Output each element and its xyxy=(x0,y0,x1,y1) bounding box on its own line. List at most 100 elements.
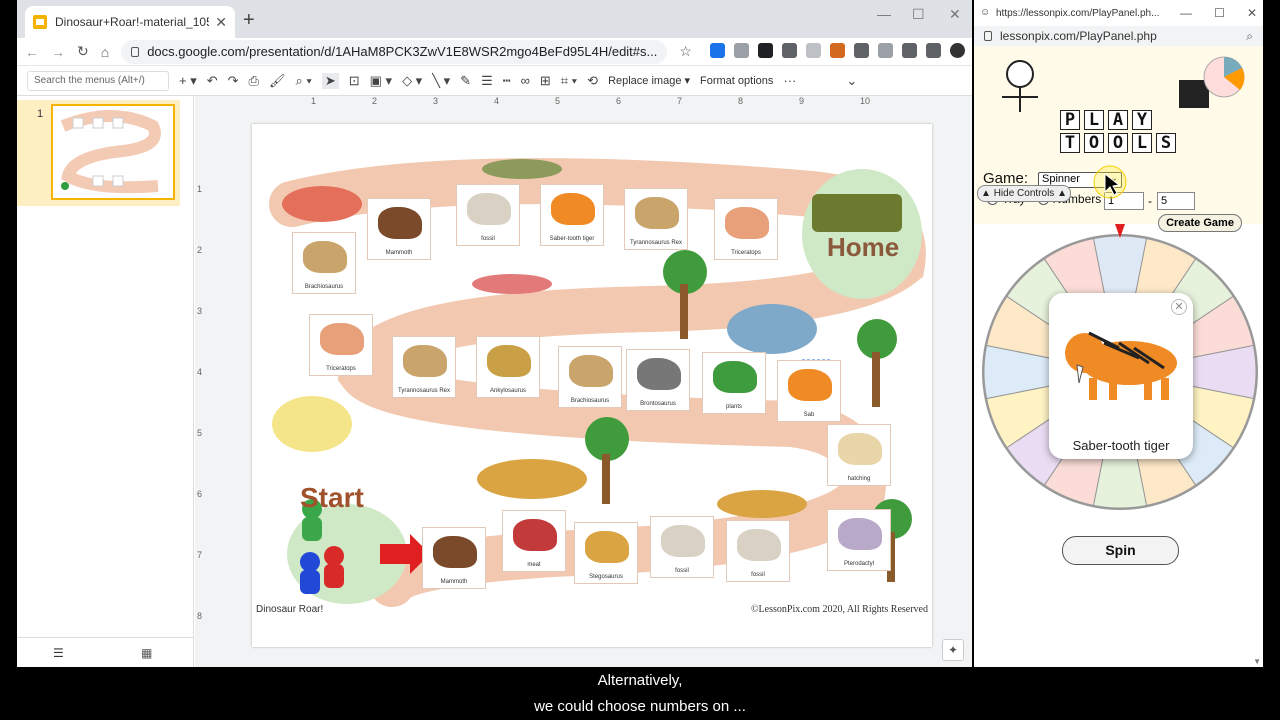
zoom-icon[interactable]: ⌕ ▾ xyxy=(295,73,311,89)
extension-icon[interactable] xyxy=(781,43,797,58)
puzzle-icon[interactable] xyxy=(925,43,941,58)
bookmark-star-icon[interactable]: ☆ xyxy=(679,43,692,60)
textbox-icon[interactable]: ⊡ xyxy=(349,73,360,89)
board-card[interactable]: Ankylosaurus xyxy=(476,336,540,398)
card-label: Mammoth xyxy=(440,579,468,585)
reset-image-icon[interactable]: ⟲ xyxy=(587,73,598,89)
extension-icon[interactable] xyxy=(805,43,821,58)
extension-icon[interactable] xyxy=(733,43,749,58)
board-card[interactable]: Stegosaurus xyxy=(574,522,638,584)
board-card[interactable]: Brontosaurus xyxy=(626,349,690,411)
card-picture xyxy=(661,525,705,557)
undo-icon[interactable]: ↶ xyxy=(207,73,218,89)
close-icon[interactable]: ✕ xyxy=(1171,299,1187,315)
ruler-tick-label: 10 xyxy=(860,96,871,106)
scroll-down-icon[interactable]: ▼ xyxy=(1253,657,1261,666)
board-card[interactable]: Mammoth xyxy=(367,198,431,260)
select-tool-icon[interactable]: ➤ xyxy=(321,72,339,89)
comment-icon[interactable]: ⊞ xyxy=(540,73,551,89)
card-label: Triceratops xyxy=(326,366,356,372)
redo-icon[interactable]: ↷ xyxy=(228,73,239,89)
search-menus-input[interactable]: Search the menus (Alt+/) xyxy=(27,70,169,91)
border-dash-icon[interactable]: ┅ xyxy=(503,73,511,89)
zoom-icon[interactable]: ⌕ xyxy=(1246,29,1253,44)
saber-tooth-tiger-image xyxy=(1065,331,1177,400)
hide-controls-button[interactable]: ▲ Hide Controls ▲ xyxy=(977,185,1071,202)
copyright-text: ©LessonPix.com 2020, All Rights Reserved xyxy=(750,604,928,615)
border-weight-icon[interactable]: ☰ xyxy=(481,73,493,89)
logo-letter: Y xyxy=(1132,110,1152,130)
slide-thumbnail-row[interactable]: 1 xyxy=(17,100,180,206)
replace-image-button[interactable]: Replace image ▾ xyxy=(608,74,690,87)
card-picture xyxy=(637,358,681,390)
extension-icon[interactable] xyxy=(757,43,773,58)
back-icon[interactable]: ← xyxy=(25,44,39,60)
maximize-icon[interactable]: ☐ xyxy=(1214,6,1225,20)
extension-icon[interactable] xyxy=(709,43,725,58)
board-card[interactable]: Triceratops xyxy=(309,314,373,376)
extension-icon[interactable] xyxy=(877,43,893,58)
add-icon[interactable]: + ▾ xyxy=(179,73,197,89)
slide-thumbnail[interactable] xyxy=(51,104,175,200)
board-card[interactable]: fossil xyxy=(456,184,520,246)
ruler-tick-label: 8 xyxy=(197,611,203,621)
reload-icon[interactable]: ↻ xyxy=(77,43,89,60)
card-picture xyxy=(788,369,832,401)
paint-format-icon[interactable]: 🖌 xyxy=(269,73,286,89)
number-to-input[interactable] xyxy=(1157,192,1195,210)
card-label: fossil xyxy=(481,236,495,242)
result-caption: Saber-tooth tiger xyxy=(1072,438,1170,453)
slide-number: 1 xyxy=(37,108,44,120)
board-card[interactable]: Brachiosaurus xyxy=(292,232,356,294)
pen-icon[interactable]: ✎ xyxy=(460,73,471,89)
board-card[interactable]: Tyrannosaurus Rex xyxy=(624,188,688,250)
new-tab-icon[interactable]: + xyxy=(243,9,255,32)
board-card[interactable]: plants xyxy=(702,352,766,414)
close-tab-icon[interactable]: ✕ xyxy=(215,14,227,31)
extension-icon[interactable] xyxy=(853,43,869,58)
grid-view-icon[interactable]: ▦ xyxy=(141,646,152,660)
collapse-toolbar-icon[interactable]: ⌄ xyxy=(846,73,857,89)
more-options-icon[interactable]: ··· xyxy=(783,73,796,88)
minimize-icon[interactable]: — xyxy=(877,6,891,22)
board-card[interactable]: Triceratops xyxy=(714,198,778,260)
url-field[interactable]: docs.google.com/presentation/d/1AHaM8PCK… xyxy=(121,39,668,64)
board-card[interactable]: fossil xyxy=(650,516,714,578)
board-card[interactable]: fossil xyxy=(726,520,790,582)
board-card[interactable]: Sab xyxy=(777,360,841,422)
board-card[interactable]: Tyrannosaurus Rex xyxy=(392,336,456,398)
board-card[interactable]: Saber-tooth tiger xyxy=(540,184,604,246)
shape-icon[interactable]: ◇ ▾ xyxy=(402,73,422,89)
home-icon[interactable]: ⌂ xyxy=(101,44,109,60)
format-options-button[interactable]: Format options xyxy=(700,75,773,87)
link-icon[interactable]: ∞ xyxy=(521,73,530,88)
board-card[interactable]: Brachiosaurus xyxy=(558,346,622,408)
crop-icon[interactable]: ⌗ ▾ xyxy=(561,73,577,89)
board-card[interactable]: Mammoth xyxy=(422,527,486,589)
forward-icon[interactable]: → xyxy=(51,44,65,60)
line-icon[interactable]: ╲ ▾ xyxy=(432,73,450,89)
slides-toolbar: Search the menus (Alt+/) + ▾ ↶ ↷ ⎙ 🖌 ⌕ ▾… xyxy=(17,66,972,96)
print-icon[interactable]: ⎙ xyxy=(249,73,259,89)
board-card[interactable]: meat xyxy=(502,510,566,572)
slide[interactable]: Mammoth fossil Saber-tooth tiger Tyrannosau… xyxy=(252,124,932,647)
logo-letter: L xyxy=(1132,133,1152,153)
board-card[interactable]: hatching xyxy=(827,424,891,486)
avatar[interactable] xyxy=(949,43,965,58)
extension-icon[interactable] xyxy=(829,43,845,58)
explore-icon[interactable]: ✦ xyxy=(942,639,964,661)
spin-button[interactable]: Spin xyxy=(1062,536,1179,565)
ruler-tick-label: 3 xyxy=(433,96,439,106)
result-card: ✕ Saber-tooth tiger xyxy=(1049,293,1193,459)
close-window-icon[interactable]: ✕ xyxy=(949,6,961,23)
ruler-tick-label: 5 xyxy=(197,428,203,438)
card-picture xyxy=(838,518,882,550)
extension-icon[interactable] xyxy=(901,43,917,58)
browser-tab[interactable]: Dinosaur+Roar!-material_10554 ✕ xyxy=(25,6,235,38)
maximize-icon[interactable]: ☐ xyxy=(912,6,925,23)
minimize-icon[interactable]: — xyxy=(1180,6,1192,20)
filmstrip-view-icon[interactable]: ☰ xyxy=(53,646,64,660)
close-window-icon[interactable]: ✕ xyxy=(1247,6,1257,20)
image-icon[interactable]: ▣ ▾ xyxy=(370,73,392,89)
board-card[interactable]: Pterodactyl xyxy=(827,509,891,571)
